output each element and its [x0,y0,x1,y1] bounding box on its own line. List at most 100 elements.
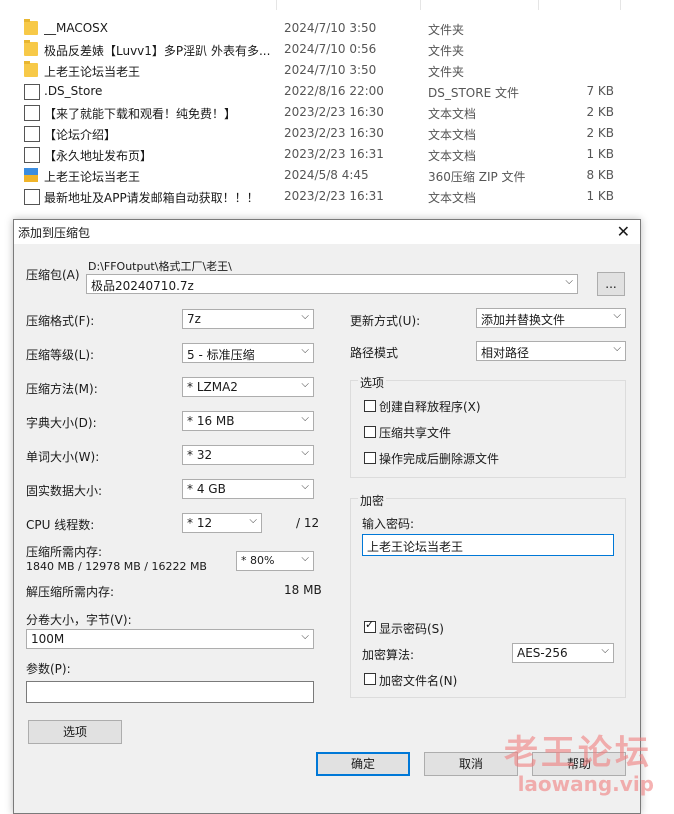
file-size: 1 KB [586,147,614,161]
column-separator[interactable] [276,0,277,10]
file-type: 文本文档 [428,107,477,121]
title-bar[interactable]: 添加到压缩包 ✕ [14,220,640,244]
list-header [0,0,674,10]
enc-method-value: AES-256 [517,646,568,660]
file-type: DS_STORE 文件 [428,86,519,100]
folder-icon [24,40,38,56]
options-group-title: 选项 [358,374,387,391]
folder-icon [24,19,38,35]
path-select[interactable]: 相对路径 ⌵ [476,341,626,361]
doc-icon [24,105,40,121]
options-button[interactable]: 选项 [28,720,122,744]
folder-icon [24,61,38,77]
file-row[interactable]: 最新地址及APP请发邮箱自动获取！！！ 2023/2/23 16:31 文本文档 1 … [0,186,674,207]
password-input[interactable]: 上老王论坛当老王 [362,534,614,556]
file-row[interactable]: 极品反差婊【Luvv1】多P淫趴 外表有多... 2024/7/10 0:56 文件… [0,39,674,60]
file-size: 2 KB [586,126,614,140]
ok-button[interactable]: 确定 [316,752,410,776]
solid-value: * 4 GB [187,482,226,496]
file-date: 2023/2/23 16:30 [284,126,384,140]
encrypt-names-checkbox[interactable] [364,673,376,685]
file-row[interactable]: .DS_Store 2022/8/16 22:00 DS_STORE 文件 7 KB [0,81,674,102]
word-select[interactable]: * 32 ⌵ [182,445,314,465]
column-separator[interactable] [420,0,421,10]
dict-value: * 16 MB [187,414,235,428]
archive-name-combo[interactable]: 极品20240710.7z ⌵ [86,274,578,294]
sfx-checkbox[interactable] [364,400,376,412]
file-type: 文本文档 [428,191,477,205]
chevron-down-icon: ⌵ [613,343,621,354]
chevron-down-icon: ⌵ [301,447,309,458]
level-value: 5 - 标准压缩 [187,348,255,362]
cpu-value: * 12 [187,516,213,530]
file-row[interactable]: 【永久地址发布页】 2023/2/23 16:31 文本文档 1 KB [0,144,674,165]
file-date: 2024/7/10 3:50 [284,21,377,35]
format-select[interactable]: 7z ⌵ [182,309,314,329]
encrypt-names-label: 加密文件名(N) [379,674,458,688]
solid-select[interactable]: * 4 GB ⌵ [182,479,314,499]
file-row[interactable]: 上老王论坛当老王 2024/5/8 4:45 360压缩 ZIP 文件 8 KB [0,165,674,186]
chevron-down-icon: ⌵ [301,631,309,642]
chevron-down-icon: ⌵ [249,515,257,526]
file-name: __MACOSX [44,21,109,35]
params-label: 参数(P): [26,662,71,676]
file-row[interactable]: 【论坛介绍】 2023/2/23 16:30 文本文档 2 KB [0,123,674,144]
chevron-down-icon: ⌵ [301,311,309,322]
file-type: 文本文档 [428,128,477,142]
shared-checkbox[interactable] [364,426,376,438]
update-value: 添加并替换文件 [481,313,566,327]
file-row[interactable]: 上老王论坛当老王 2024/7/10 3:50 文件夹 [0,60,674,81]
file-name: 上老王论坛当老王 [44,170,141,184]
cpu-select[interactable]: * 12 ⌵ [182,513,262,533]
split-label: 分卷大小，字节(V): [26,613,132,627]
file-row[interactable]: __MACOSX 2024/7/10 3:50 文件夹 [0,18,674,39]
chevron-down-icon[interactable]: ⌵ [565,276,573,287]
mem-value: 1840 MB / 12978 MB / 16222 MB [26,560,207,573]
split-select[interactable]: 100M ⌵ [26,629,314,649]
params-input[interactable] [26,681,314,703]
file-name: 最新地址及APP请发邮箱自动获取！！！ [44,191,259,205]
file-type: 文本文档 [428,149,477,163]
file-date: 2022/8/16 22:00 [284,84,384,98]
method-value: * LZMA2 [187,380,238,394]
watermark-text: 老王论坛 [504,733,652,773]
method-select[interactable]: * LZMA2 ⌵ [182,377,314,397]
close-icon[interactable]: ✕ [617,222,630,241]
column-separator[interactable] [538,0,539,10]
update-select[interactable]: 添加并替换文件 ⌵ [476,308,626,328]
file-row[interactable]: 【来了就能下载和观看！纯免费！】 2023/2/23 16:30 文本文档 2 KB [0,102,674,123]
file-type: 360压缩 ZIP 文件 [428,170,526,184]
enc-method-label: 加密算法: [362,648,415,662]
file-size: 7 KB [586,84,614,98]
column-separator[interactable] [620,0,621,10]
file-name: 【论坛介绍】 [44,128,117,142]
delete-checkbox[interactable] [364,452,376,464]
file-name: 极品反差婊【Luvv1】多P淫趴 外表有多... [44,44,271,58]
file-name: 【永久地址发布页】 [44,149,153,163]
file-date: 2024/5/8 4:45 [284,168,369,182]
mem-percent-select[interactable]: * 80% ⌵ [236,551,314,571]
update-label: 更新方式(U): [350,314,421,328]
file-date: 2024/7/10 0:56 [284,42,377,56]
file-date: 2023/2/23 16:30 [284,105,384,119]
solid-label: 固实数据大小: [26,484,103,498]
file-date: 2023/2/23 16:31 [284,189,384,203]
doc-icon [24,147,40,163]
cpu-label: CPU 线程数: [26,518,95,532]
show-password-checkbox[interactable] [364,618,376,633]
password-label: 输入密码: [362,517,415,531]
file-type: 文件夹 [428,65,465,79]
enc-method-select[interactable]: AES-256 ⌵ [512,643,614,663]
level-select[interactable]: 5 - 标准压缩 ⌵ [182,343,314,363]
browse-button[interactable]: ... [597,272,625,296]
file-type: 文件夹 [428,44,465,58]
format-value: 7z [187,312,201,326]
dict-select[interactable]: * 16 MB ⌵ [182,411,314,431]
encryption-group-title: 加密 [358,492,387,509]
show-password-label: 显示密码(S) [379,622,444,636]
mem-percent-value: * 80% [241,554,275,567]
file-name: 【来了就能下载和观看！纯免费！】 [44,107,237,121]
mem-label: 压缩所需内存: [26,545,103,559]
chevron-down-icon: ⌵ [613,310,621,321]
chevron-down-icon: ⌵ [301,553,309,564]
